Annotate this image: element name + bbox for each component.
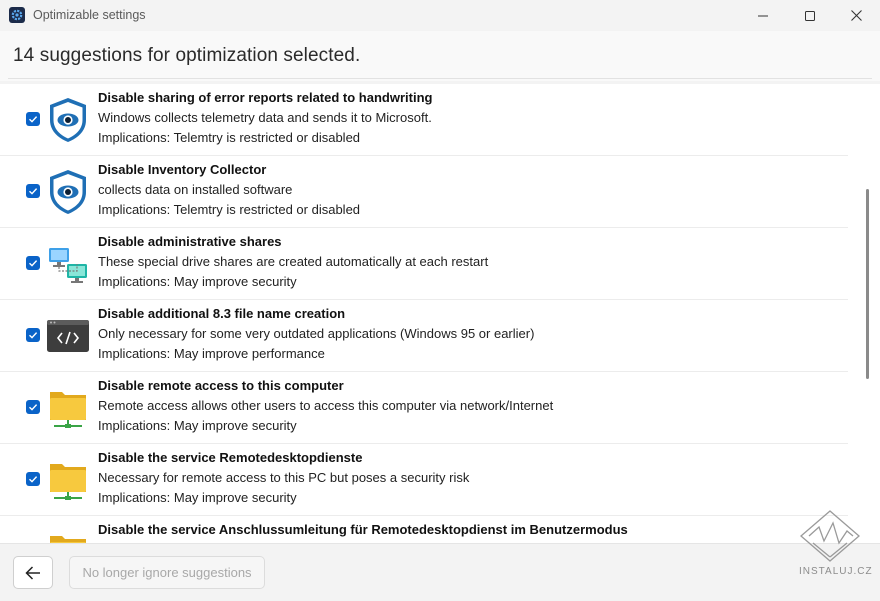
suggestion-checkbox[interactable] bbox=[26, 256, 40, 270]
checkmark-icon bbox=[29, 260, 38, 267]
list-scrollbar[interactable] bbox=[862, 84, 872, 543]
checkmark-icon bbox=[29, 188, 38, 195]
minimize-icon bbox=[758, 15, 768, 16]
suggestion-item[interactable]: Disable sharing of error reports related… bbox=[0, 84, 848, 156]
arrow-left-icon bbox=[25, 565, 40, 580]
window-title: Optimizable settings bbox=[33, 8, 146, 22]
suggestion-item[interactable]: Disable remote access to this computer R… bbox=[0, 372, 848, 444]
network-folder-icon bbox=[50, 536, 86, 543]
suggestion-checkbox[interactable] bbox=[26, 400, 40, 414]
checkmark-icon bbox=[29, 116, 38, 123]
suggestion-implications: Implications: May improve security bbox=[98, 274, 297, 289]
suggestion-title: Disable the service Anschlussumleitung f… bbox=[98, 522, 628, 537]
suggestion-implications: Implications: May improve security bbox=[98, 490, 297, 505]
close-icon bbox=[850, 10, 862, 21]
suggestion-description: Only necessary for some very outdated ap… bbox=[98, 326, 535, 341]
network-folder-icon bbox=[50, 392, 86, 428]
header-divider bbox=[8, 78, 872, 79]
network-folder-icon bbox=[50, 464, 86, 500]
watermark-text: INSTALUJ.CZ bbox=[799, 566, 873, 577]
suggestion-description: Necessary for remote access to this PC b… bbox=[98, 470, 470, 485]
suggestion-implications: Implications: Telemtry is restricted or … bbox=[98, 130, 361, 145]
suggestion-title: Disable remote access to this computer bbox=[98, 378, 344, 393]
close-button[interactable] bbox=[833, 0, 879, 31]
checkmark-icon bbox=[29, 404, 38, 411]
maximize-button[interactable] bbox=[787, 0, 833, 31]
shield-eye-icon bbox=[50, 98, 86, 142]
checkmark-icon bbox=[29, 476, 38, 483]
suggestion-title: Disable Inventory Collector bbox=[98, 162, 267, 177]
title-bar: Optimizable settings bbox=[0, 0, 880, 31]
suggestion-description: Windows collects telemetry data and send… bbox=[98, 110, 432, 125]
checkmark-icon bbox=[29, 332, 38, 339]
suggestion-description: These special drive shares are created a… bbox=[98, 254, 489, 269]
gear-app-icon bbox=[9, 7, 25, 23]
no-longer-ignore-button[interactable]: No longer ignore suggestions bbox=[69, 556, 265, 589]
suggestion-item[interactable]: Disable additional 8.3 file name creatio… bbox=[0, 300, 848, 372]
minimize-button[interactable] bbox=[740, 0, 786, 31]
suggestion-implications: Implications: Telemtry is restricted or … bbox=[98, 202, 361, 217]
suggestion-item[interactable]: Disable administrative shares These spec… bbox=[0, 228, 848, 300]
page-title: 14 suggestions for optimization selected… bbox=[13, 45, 361, 66]
suggestion-description: Remote access allows other users to acce… bbox=[98, 398, 554, 413]
suggestion-title: Disable the service Remotedesktopdienste bbox=[98, 450, 363, 465]
footer-bar: No longer ignore suggestions bbox=[0, 543, 880, 601]
suggestion-title: Disable sharing of error reports related… bbox=[98, 90, 433, 105]
suggestion-checkbox[interactable] bbox=[26, 184, 40, 198]
scrollbar-thumb[interactable] bbox=[866, 189, 869, 379]
suggestion-checkbox[interactable] bbox=[26, 472, 40, 486]
code-window-icon bbox=[47, 320, 89, 352]
suggestion-checkbox[interactable] bbox=[26, 112, 40, 126]
suggestion-description: collects data on installed software bbox=[98, 182, 293, 197]
suggestion-item[interactable]: Disable the service Remotedesktopdienste… bbox=[0, 444, 848, 516]
shield-eye-icon bbox=[50, 170, 86, 214]
suggestion-title: Disable administrative shares bbox=[98, 234, 282, 249]
suggestion-title: Disable additional 8.3 file name creatio… bbox=[98, 306, 346, 321]
back-button[interactable] bbox=[13, 556, 53, 589]
maximize-icon bbox=[805, 10, 815, 21]
suggestion-checkbox[interactable] bbox=[26, 328, 40, 342]
suggestion-implications: Implications: May improve security bbox=[98, 418, 297, 433]
suggestion-item[interactable]: Disable Inventory Collector collects dat… bbox=[0, 156, 848, 228]
network-computers-icon bbox=[49, 248, 87, 283]
page-header: 14 suggestions for optimization selected… bbox=[0, 31, 880, 81]
suggestion-implications: Implications: May improve performance bbox=[98, 346, 325, 361]
suggestion-item[interactable]: Disable the service Anschlussumleitung f… bbox=[0, 516, 848, 543]
suggestion-list[interactable]: Disable sharing of error reports related… bbox=[0, 84, 880, 543]
